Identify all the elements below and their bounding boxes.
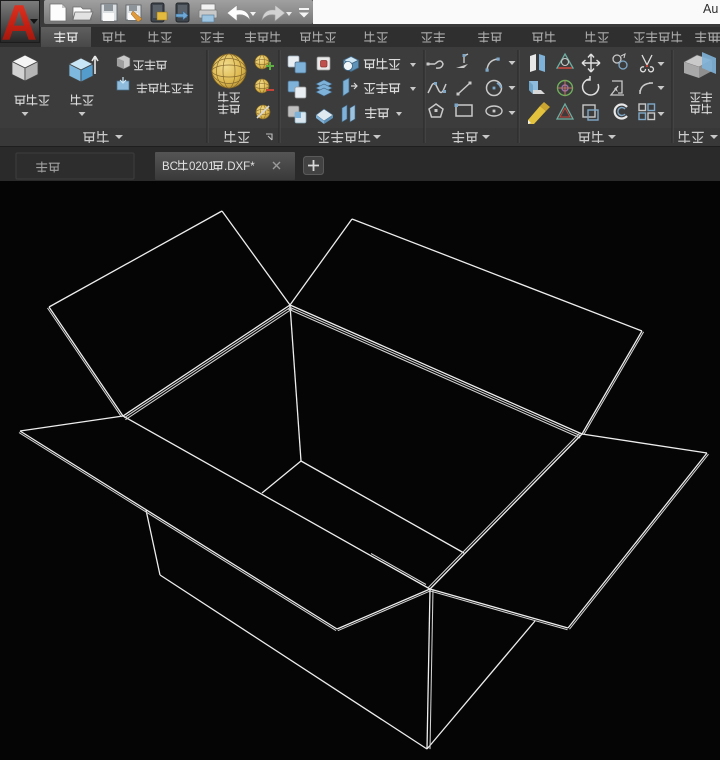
svg-text:Au: Au (703, 2, 718, 16)
svg-text:A: A (1, 0, 37, 51)
svg-text:.DXF*: .DXF* (224, 161, 255, 173)
svg-text:0201: 0201 (189, 161, 215, 173)
svg-text:BC: BC (162, 161, 178, 173)
